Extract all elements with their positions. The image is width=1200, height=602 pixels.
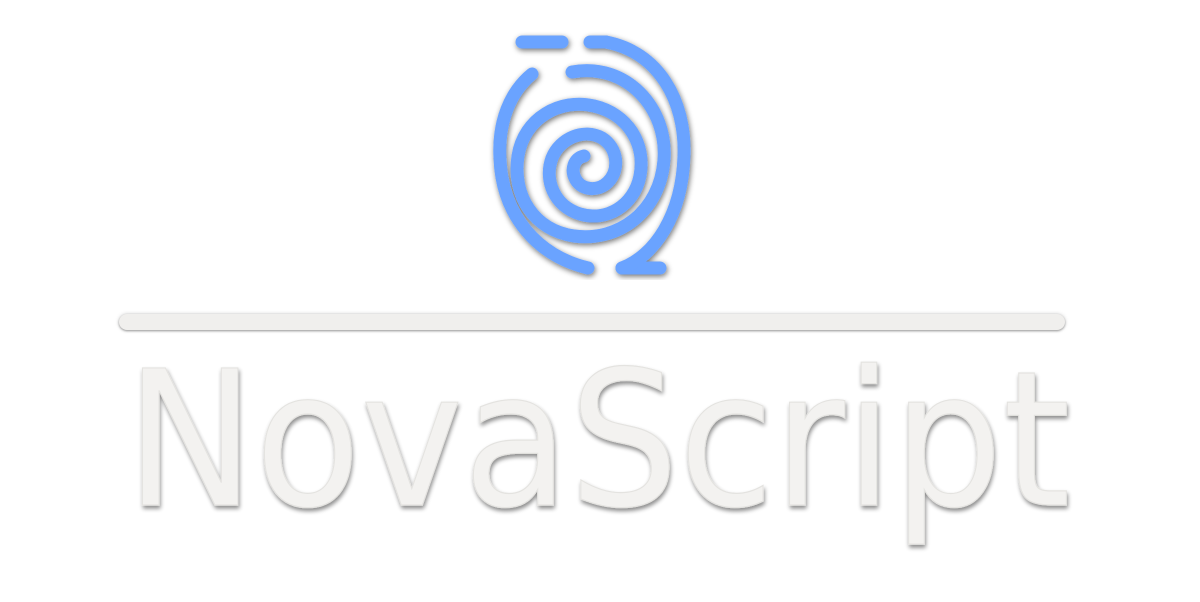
spiral-icon: [493, 35, 691, 275]
brand-name: NovaScript: [126, 345, 1071, 550]
logo-canvas: NovaScript: [0, 0, 1200, 602]
brand-wordmark: NovaScript: [125, 345, 1071, 551]
divider-bar: [119, 314, 1065, 330]
